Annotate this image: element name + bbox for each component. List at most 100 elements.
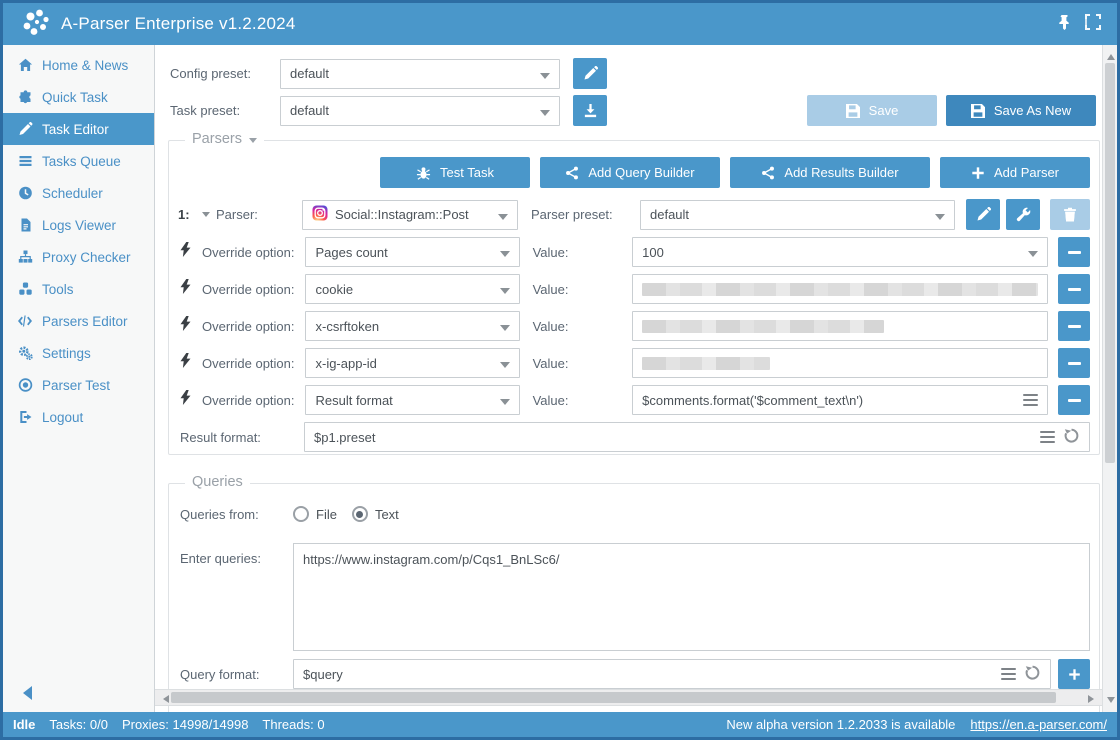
sidebar-item-tasks-queue[interactable]: Tasks Queue bbox=[3, 145, 154, 177]
sidebar-item-logs-viewer[interactable]: Logs Viewer bbox=[3, 209, 154, 241]
redacted-value bbox=[642, 283, 1038, 296]
sidebar-item-label: Task Editor bbox=[42, 122, 109, 137]
override-option-select[interactable]: x-csrftoken bbox=[305, 311, 519, 341]
sidebar-collapse-arrow[interactable] bbox=[23, 686, 32, 700]
override-value-select[interactable]: 100 bbox=[632, 237, 1048, 267]
test-task-button[interactable]: Test Task bbox=[380, 157, 530, 188]
override-value-input[interactable]: $comments.format('$comment_text\n') bbox=[632, 385, 1048, 415]
parser-select[interactable]: Social::Instagram::Post bbox=[302, 200, 518, 230]
parser-row-menu-caret[interactable] bbox=[202, 212, 210, 217]
update-link[interactable]: https://en.a-parser.com/ bbox=[970, 717, 1107, 732]
sidebar-item-proxy-checker[interactable]: Proxy Checker bbox=[3, 241, 154, 273]
chevron-down-icon bbox=[500, 288, 510, 294]
delete-parser-button[interactable] bbox=[1050, 199, 1090, 230]
parser-preset-label: Parser preset: bbox=[531, 207, 628, 222]
sidebar-item-task-editor[interactable]: Task Editor bbox=[3, 113, 154, 145]
vertical-scrollbar[interactable] bbox=[1102, 45, 1117, 712]
remove-override-button[interactable] bbox=[1058, 237, 1090, 267]
import-task-preset-button[interactable] bbox=[573, 95, 607, 126]
reset-icon[interactable] bbox=[1063, 427, 1080, 447]
override-value-input[interactable] bbox=[632, 311, 1048, 341]
edit-config-preset-button[interactable] bbox=[573, 58, 607, 89]
app-title: A-Parser Enterprise v1.2.2024 bbox=[61, 14, 295, 34]
horizontal-scroll-thumb[interactable] bbox=[171, 692, 1056, 703]
override-value-input[interactable] bbox=[632, 348, 1048, 378]
template-menu-icon[interactable] bbox=[1023, 394, 1038, 407]
override-option-select[interactable]: Result format bbox=[305, 385, 519, 415]
pin-icon[interactable] bbox=[1057, 14, 1072, 35]
sidebar-item-label: Tools bbox=[42, 282, 74, 297]
override-row: Override option: cookie Value: bbox=[178, 274, 1090, 304]
fullscreen-icon[interactable] bbox=[1085, 14, 1101, 35]
template-menu-icon[interactable] bbox=[1040, 431, 1055, 444]
task-preset-value: default bbox=[290, 103, 329, 118]
add-query-format-button[interactable] bbox=[1058, 659, 1090, 689]
share-icon bbox=[565, 166, 579, 180]
scroll-down-arrow[interactable] bbox=[1107, 697, 1115, 707]
reset-icon[interactable] bbox=[1024, 664, 1041, 684]
override-option-select[interactable]: Pages count bbox=[305, 237, 519, 267]
remove-override-button[interactable] bbox=[1058, 348, 1090, 378]
value-label: Value: bbox=[533, 393, 621, 408]
pencil-icon bbox=[976, 207, 991, 222]
parser-options-button[interactable] bbox=[1006, 199, 1040, 230]
enter-queries-label: Enter queries: bbox=[180, 551, 280, 566]
save-as-new-button[interactable]: Save As New bbox=[946, 95, 1096, 126]
override-option-select[interactable]: x-ig-app-id bbox=[305, 348, 519, 378]
clock-icon bbox=[17, 186, 33, 201]
override-value-input[interactable] bbox=[632, 274, 1048, 304]
radio-file[interactable]: File bbox=[293, 506, 337, 522]
chevron-down-icon bbox=[500, 251, 510, 257]
sidebar-item-parser-test[interactable]: Parser Test bbox=[3, 369, 154, 401]
chevron-down-icon bbox=[498, 214, 508, 220]
sidebar-item-tools[interactable]: Tools bbox=[3, 273, 154, 305]
task-preset-select[interactable]: default bbox=[280, 96, 560, 126]
scroll-up-arrow[interactable] bbox=[1107, 50, 1115, 60]
add-parser-button[interactable]: Add Parser bbox=[940, 157, 1090, 188]
status-threads: Threads: 0 bbox=[262, 717, 324, 732]
sidebar-item-scheduler[interactable]: Scheduler bbox=[3, 177, 154, 209]
queries-textarea[interactable]: https://www.instagram.com/p/Cqs1_BnLSc6/ bbox=[293, 543, 1090, 651]
scroll-right-arrow[interactable] bbox=[1088, 695, 1098, 703]
add-results-builder-button[interactable]: Add Results Builder bbox=[730, 157, 930, 188]
add-query-builder-button[interactable]: Add Query Builder bbox=[540, 157, 720, 188]
sidebar-item-quick-task[interactable]: Quick Task bbox=[3, 81, 154, 113]
radio-text[interactable]: Text bbox=[352, 506, 399, 522]
sidebar-item-label: Scheduler bbox=[42, 186, 103, 201]
sidebar-item-parsers-editor[interactable]: Parsers Editor bbox=[3, 305, 154, 337]
parsers-legend[interactable]: Parsers bbox=[185, 131, 264, 147]
gears-icon bbox=[17, 346, 33, 361]
override-option-select[interactable]: cookie bbox=[305, 274, 519, 304]
override-option-label: Override option: bbox=[202, 319, 305, 334]
config-preset-select[interactable]: default bbox=[280, 59, 560, 89]
bolt-icon bbox=[180, 242, 194, 262]
parser-select-value: Social::Instagram::Post bbox=[335, 207, 469, 222]
scroll-left-arrow[interactable] bbox=[159, 695, 169, 703]
sidebar-item-label: Settings bbox=[42, 346, 91, 361]
result-format-input[interactable]: $p1.preset bbox=[304, 422, 1090, 452]
remove-override-button[interactable] bbox=[1058, 385, 1090, 415]
vertical-scroll-thumb[interactable] bbox=[1105, 63, 1115, 463]
sidebar-item-home-news[interactable]: Home & News bbox=[3, 49, 154, 81]
save-button[interactable]: Save bbox=[807, 95, 937, 126]
horizontal-scrollbar[interactable] bbox=[155, 689, 1102, 706]
template-menu-icon[interactable] bbox=[1001, 668, 1016, 681]
wrench-icon bbox=[1016, 207, 1031, 222]
query-format-input[interactable]: $query bbox=[293, 659, 1051, 689]
remove-override-button[interactable] bbox=[1058, 274, 1090, 304]
parser-preset-select[interactable]: default bbox=[640, 200, 955, 230]
sidebar-item-logout[interactable]: Logout bbox=[3, 401, 154, 433]
minus-icon bbox=[1068, 288, 1081, 291]
override-option-label: Override option: bbox=[202, 282, 305, 297]
sidebar-item-label: Home & News bbox=[42, 58, 128, 73]
sidebar-item-label: Logs Viewer bbox=[42, 218, 116, 233]
edit-parser-preset-button[interactable] bbox=[966, 199, 1000, 230]
sidebar-item-settings[interactable]: Settings bbox=[3, 337, 154, 369]
chevron-down-icon bbox=[540, 110, 550, 116]
trash-icon bbox=[1063, 207, 1077, 222]
bolt-icon bbox=[180, 279, 194, 299]
redacted-value bbox=[642, 357, 770, 370]
chevron-down-icon bbox=[500, 399, 510, 405]
remove-override-button[interactable] bbox=[1058, 311, 1090, 341]
parsers-section: Parsers Test Task Add Query Builder Add bbox=[168, 140, 1100, 455]
